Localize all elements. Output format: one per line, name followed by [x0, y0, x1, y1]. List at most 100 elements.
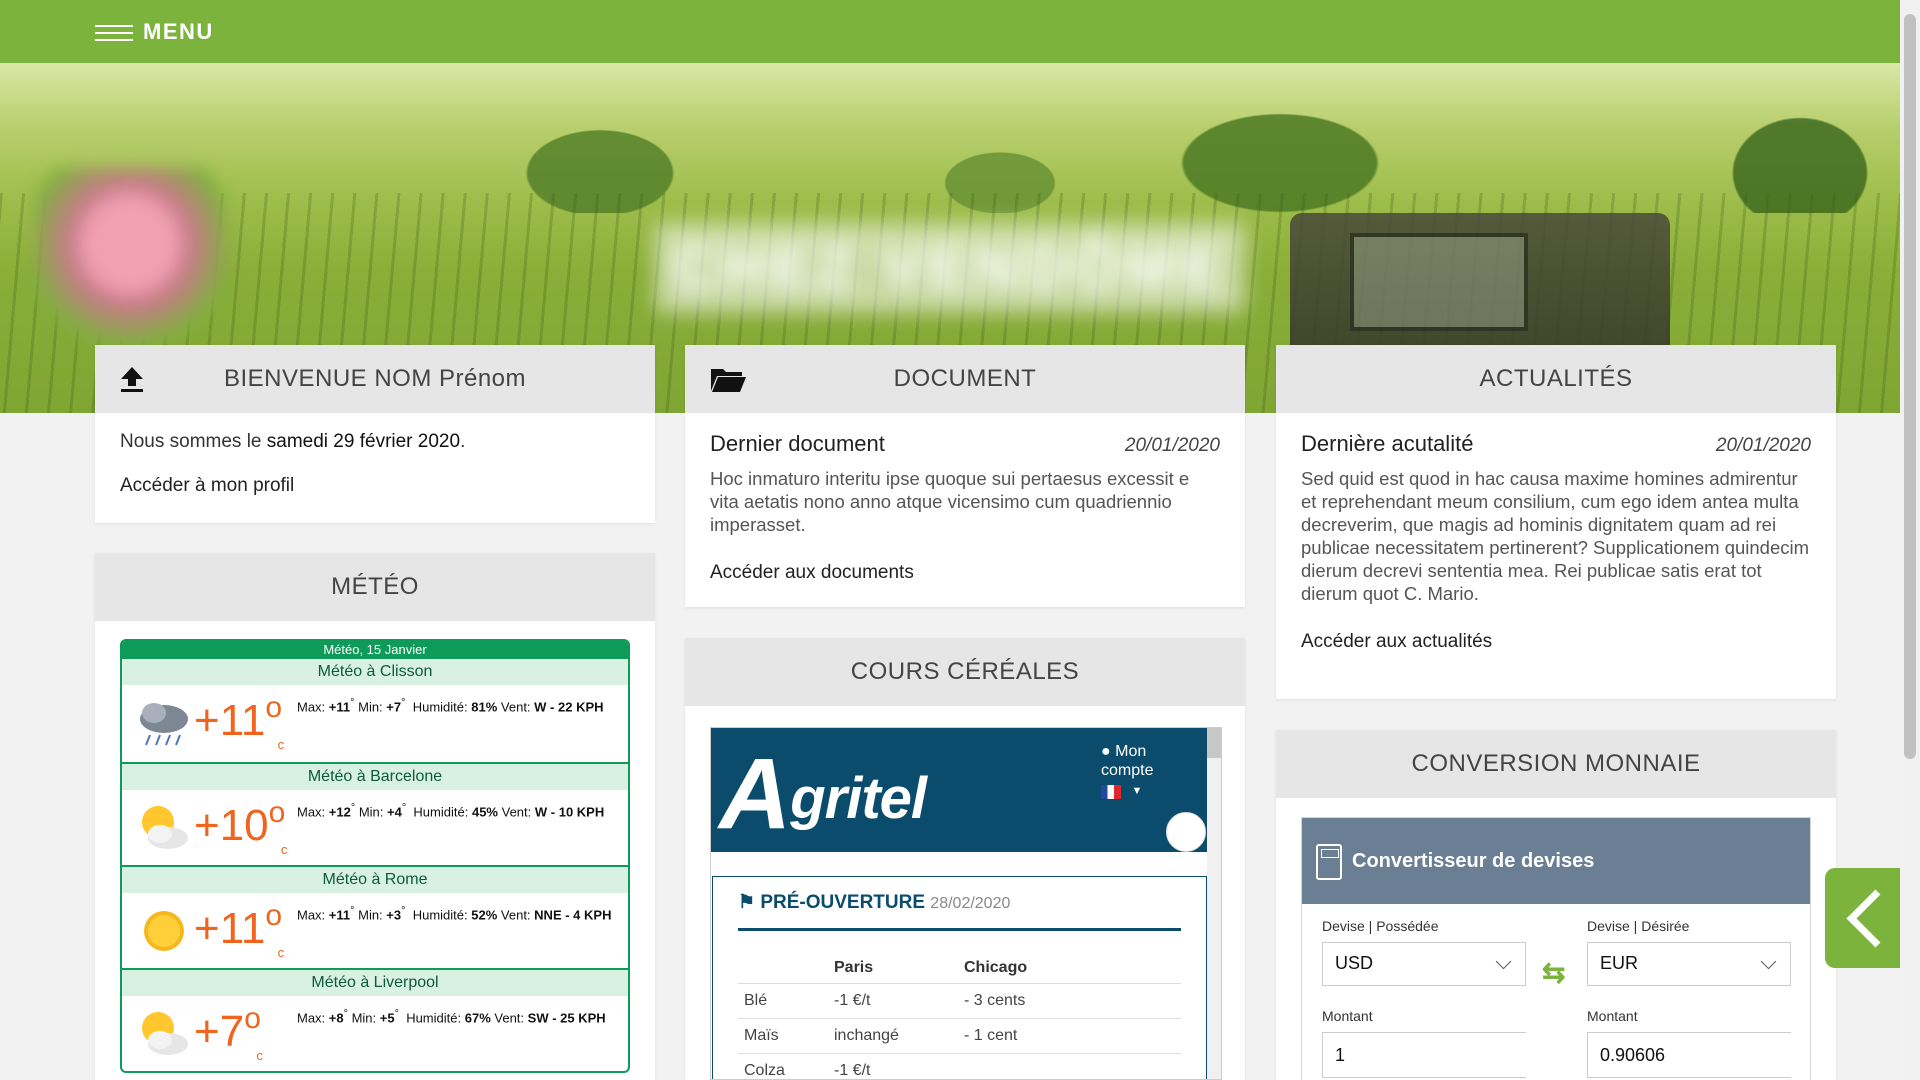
- table-cell: [958, 1053, 1181, 1079]
- cereales-header: COURS CÉRÉALES: [685, 638, 1245, 706]
- preouverture-date: 28/02/2020: [930, 895, 1011, 912]
- folder-open-icon: [709, 365, 747, 400]
- agritel-scrollbar[interactable]: [1207, 728, 1221, 1079]
- welcome-header: BIENVENUE NOM Prénom: [95, 345, 655, 413]
- actus-header: ACTUALITÉS: [1276, 345, 1836, 413]
- humidity-label: Humidité:: [412, 699, 468, 715]
- meteo-details: Max: +11° Min: +3° Humidité: 52% Vent: N…: [297, 905, 611, 922]
- preouverture-title-row: ⚑ PRÉ-OUVERTURE 28/02/2020: [738, 891, 1181, 931]
- to-currency-label: Devise | Désirée: [1587, 918, 1690, 934]
- menu-label: MENU: [143, 18, 214, 44]
- side-panel-chevron-icon[interactable]: [1825, 868, 1900, 968]
- temp-degree: o: [265, 899, 283, 932]
- agritel-logo[interactable]: Agritel: [719, 744, 927, 844]
- wind-label: Vent:: [500, 699, 531, 715]
- table-column-header: Chicago: [958, 953, 1181, 984]
- converter-title: Convertisseur de devises: [1352, 849, 1595, 872]
- site-title: CHEZ VENDÔME: [672, 234, 1228, 301]
- meteo-city-row: Météo à Barcelone +10o c Max: +12° Min: +4°…: [122, 762, 628, 865]
- agritel-scroll-thumb[interactable]: [1207, 728, 1221, 758]
- account-line1: Mon: [1115, 743, 1147, 760]
- welcome-title: BIENVENUE NOM Prénom: [223, 365, 527, 392]
- wind-value: SW - 25 KPH: [527, 1010, 606, 1026]
- cereales-title: COURS CÉRÉALES: [850, 658, 1080, 685]
- temp-value: 7: [219, 1007, 245, 1056]
- meteo-header: MÉTÉO: [95, 553, 655, 621]
- welcome-date-line: Nous sommes le samedi 29 février 2020.: [120, 431, 630, 453]
- actus-item-title: Dernière acutalité: [1301, 431, 1474, 456]
- temp-value: 11: [219, 904, 266, 953]
- agritel-menu-toggle[interactable]: [1166, 812, 1206, 852]
- preouverture-title: PRÉ-OUVERTURE: [760, 892, 926, 913]
- sun-icon: [136, 905, 192, 957]
- max-value: +8: [328, 1010, 344, 1026]
- profile-link[interactable]: Accéder à mon profil: [120, 475, 630, 497]
- meteo-temperature: +11o c: [194, 899, 284, 960]
- cereales-card: COURS CÉRÉALES Agritel ● Mon compte ▼ ⚑ …: [685, 638, 1245, 1080]
- to-currency-select[interactable]: EUR: [1587, 942, 1791, 986]
- site-logo[interactable]: [35, 168, 225, 358]
- meteo-city-row: Météo à Rome +11o c Max: +11° Min: +3° Humi…: [122, 865, 628, 968]
- actus-link[interactable]: Accéder aux actualités: [1301, 631, 1811, 653]
- min-value: +3: [386, 907, 402, 923]
- welcome-body: Nous sommes le samedi 29 février 2020. A…: [95, 413, 655, 515]
- table-column-header: Paris: [828, 953, 958, 984]
- max-value: +11: [328, 699, 351, 715]
- document-item-header: Dernier document 20/01/2020: [710, 431, 1220, 457]
- max-value: +11: [328, 907, 351, 923]
- meteo-widget: Météo, 15 Janvier Météo à Clisson +11o c Ma…: [120, 639, 630, 1073]
- currency-converter: Convertisseur de devises Devise | Posséd…: [1301, 817, 1811, 1080]
- temp-value: 10: [219, 801, 269, 850]
- table-cell: inchangé: [828, 1018, 958, 1054]
- temp-sign: +: [194, 904, 220, 953]
- temp-unit: c: [277, 737, 285, 752]
- deg-small: °: [401, 802, 407, 814]
- deg-small: °: [350, 905, 355, 917]
- actus-card: ACTUALITÉS Dernière acutalité 20/01/2020…: [1276, 345, 1836, 699]
- upload-icon: [119, 365, 145, 400]
- table-cell: Colza: [738, 1053, 828, 1079]
- cereal-prices-table: Paris Chicago Blé -1 €/t - 3 cents Maïs incha…: [738, 953, 1181, 1079]
- partly-cloudy-icon: [136, 802, 192, 854]
- to-amount-label: Montant: [1587, 1008, 1638, 1024]
- max-label: Max:: [297, 804, 326, 820]
- document-card: DOCUMENT Dernier document 20/01/2020 Hoc…: [685, 345, 1245, 607]
- table-row: Maïs inchangé - 1 cent: [738, 1018, 1181, 1054]
- meteo-temperature: +11o c: [194, 691, 284, 752]
- max-label: Max:: [297, 1010, 326, 1026]
- min-label: Min:: [358, 804, 384, 820]
- date-prefix: Nous sommes le: [120, 431, 267, 452]
- from-amount-label: Montant: [1322, 1008, 1373, 1024]
- humidity-label: Humidité:: [412, 907, 468, 923]
- current-date: samedi 29 février 2020: [266, 431, 461, 452]
- from-amount-input[interactable]: 1: [1322, 1032, 1526, 1078]
- wind-label: Vent:: [500, 907, 531, 923]
- meteo-city-name: Météo à Rome: [122, 867, 628, 893]
- temp-unit: c: [256, 1048, 263, 1063]
- top-bar: MENU: [0, 0, 1900, 63]
- meteo-widget-header: Météo, 15 Janvier: [122, 641, 628, 659]
- meteo-title: MÉTÉO: [331, 573, 419, 600]
- documents-link[interactable]: Accéder aux documents: [710, 562, 1220, 584]
- from-currency-select[interactable]: USD: [1322, 942, 1526, 986]
- menu-button[interactable]: MENU: [95, 19, 214, 45]
- rain-cloud-icon: [136, 697, 192, 749]
- page-scroll-thumb[interactable]: [1904, 14, 1916, 759]
- meteo-temperature: +10o c: [194, 796, 287, 857]
- temp-sign: +: [194, 1007, 220, 1056]
- min-label: Min:: [351, 1010, 377, 1026]
- account-line2: compte: [1101, 762, 1154, 779]
- meteo-temperature: +7o c: [194, 1002, 263, 1063]
- page-scrollbar[interactable]: [1900, 0, 1920, 1080]
- french-flag-icon: [1101, 784, 1121, 799]
- swap-currencies-icon[interactable]: ⇆: [1542, 956, 1565, 989]
- account-menu[interactable]: ● Mon compte ▼: [1101, 742, 1153, 801]
- document-title: DOCUMENT: [893, 365, 1037, 392]
- table-cell: -1 €/t: [828, 1053, 958, 1079]
- welcome-card: BIENVENUE NOM Prénom Nous sommes le same…: [95, 345, 655, 523]
- meteo-city-row: Météo à Clisson +11o c Max: +11° Min: +7° H…: [122, 659, 628, 762]
- to-amount-input[interactable]: 0.90606: [1587, 1032, 1791, 1078]
- document-item-text: Hoc inmaturo interitu ipse quoque sui pe…: [710, 468, 1190, 535]
- actus-item-date: 20/01/2020: [1715, 435, 1811, 456]
- table-row: Blé -1 €/t - 3 cents: [738, 983, 1181, 1019]
